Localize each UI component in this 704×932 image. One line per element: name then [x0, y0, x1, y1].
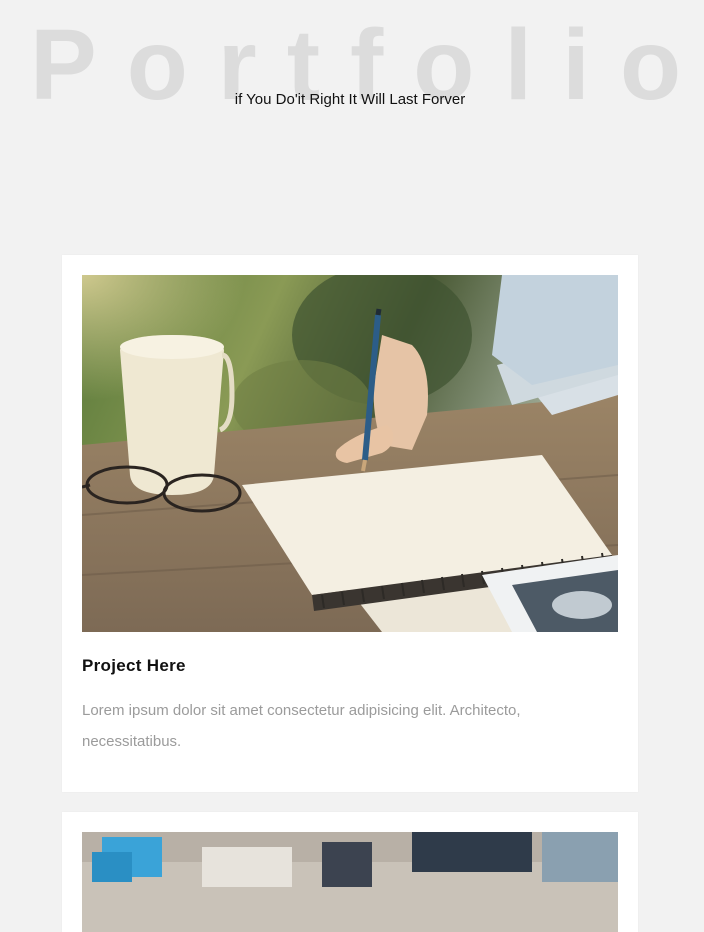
project-image[interactable] [82, 832, 618, 932]
project-title[interactable]: Project Here [82, 656, 186, 676]
project-card[interactable]: Project Here Lorem ipsum dolor sit amet … [62, 255, 638, 792]
project-image[interactable] [82, 275, 618, 632]
page-subtitle: if You Do'it Right It Will Last Forver [234, 91, 466, 108]
project-description: Lorem ipsum dolor sit amet consectetur a… [82, 702, 521, 750]
hero-section: Portfolio if You Do'it Right It Will Las… [0, 0, 704, 240]
desk-workspace-photo [82, 832, 618, 932]
writing-notebook-photo [82, 275, 618, 632]
project-card[interactable] [62, 812, 638, 932]
